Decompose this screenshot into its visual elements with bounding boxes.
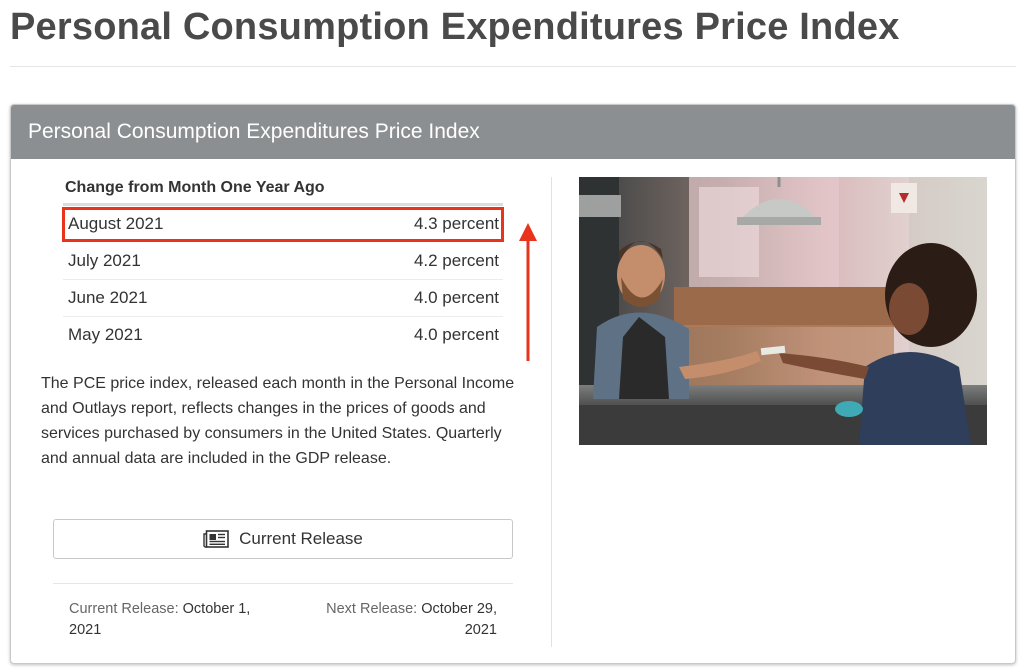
table-row: May 2021 4.0 percent (63, 317, 503, 353)
table-row-highlighted: August 2021 4.3 percent (62, 207, 504, 242)
row-month: July 2021 (68, 251, 141, 270)
row-month: August 2021 (68, 214, 164, 233)
current-release-date-label: Current Release: (69, 601, 179, 617)
page-title: Personal Consumption Expenditures Price … (10, 6, 900, 48)
release-dates: Current Release: October 1, 2021 Next Re… (69, 599, 497, 641)
cafe-photo (579, 177, 987, 445)
row-value: 4.3 percent (413, 214, 499, 233)
next-release-date-value: October 29, 2021 (421, 601, 497, 638)
row-month: May 2021 (68, 325, 143, 344)
row-value: 4.0 percent (413, 325, 499, 344)
pce-panel: Personal Consumption Expenditures Price … (10, 104, 1016, 664)
current-release-date: Current Release: October 1, 2021 (69, 599, 269, 641)
next-release-date-label: Next Release: (326, 601, 418, 617)
description-text: The PCE price index, released each month… (41, 375, 515, 467)
newspaper-icon (203, 530, 229, 548)
table-row: June 2021 4.0 percent (63, 280, 503, 317)
panel-header: Personal Consumption Expenditures Price … (11, 105, 1015, 159)
row-value: 4.0 percent (413, 288, 499, 307)
table-heading: Change from Month One Year Ago (63, 177, 503, 206)
current-release-button[interactable]: Current Release (53, 519, 513, 559)
table-row: July 2021 4.2 percent (63, 243, 503, 280)
row-month: June 2021 (68, 288, 148, 307)
change-table: Change from Month One Year Ago August 20… (62, 177, 504, 353)
footer-divider (53, 583, 513, 584)
current-release-label: Current Release (239, 529, 363, 548)
column-divider (551, 177, 552, 647)
next-release-date: Next Release: October 29, 2021 (297, 599, 497, 641)
title-divider (10, 66, 1016, 67)
row-value: 4.2 percent (413, 251, 499, 270)
up-arrow-annotation (519, 223, 537, 361)
